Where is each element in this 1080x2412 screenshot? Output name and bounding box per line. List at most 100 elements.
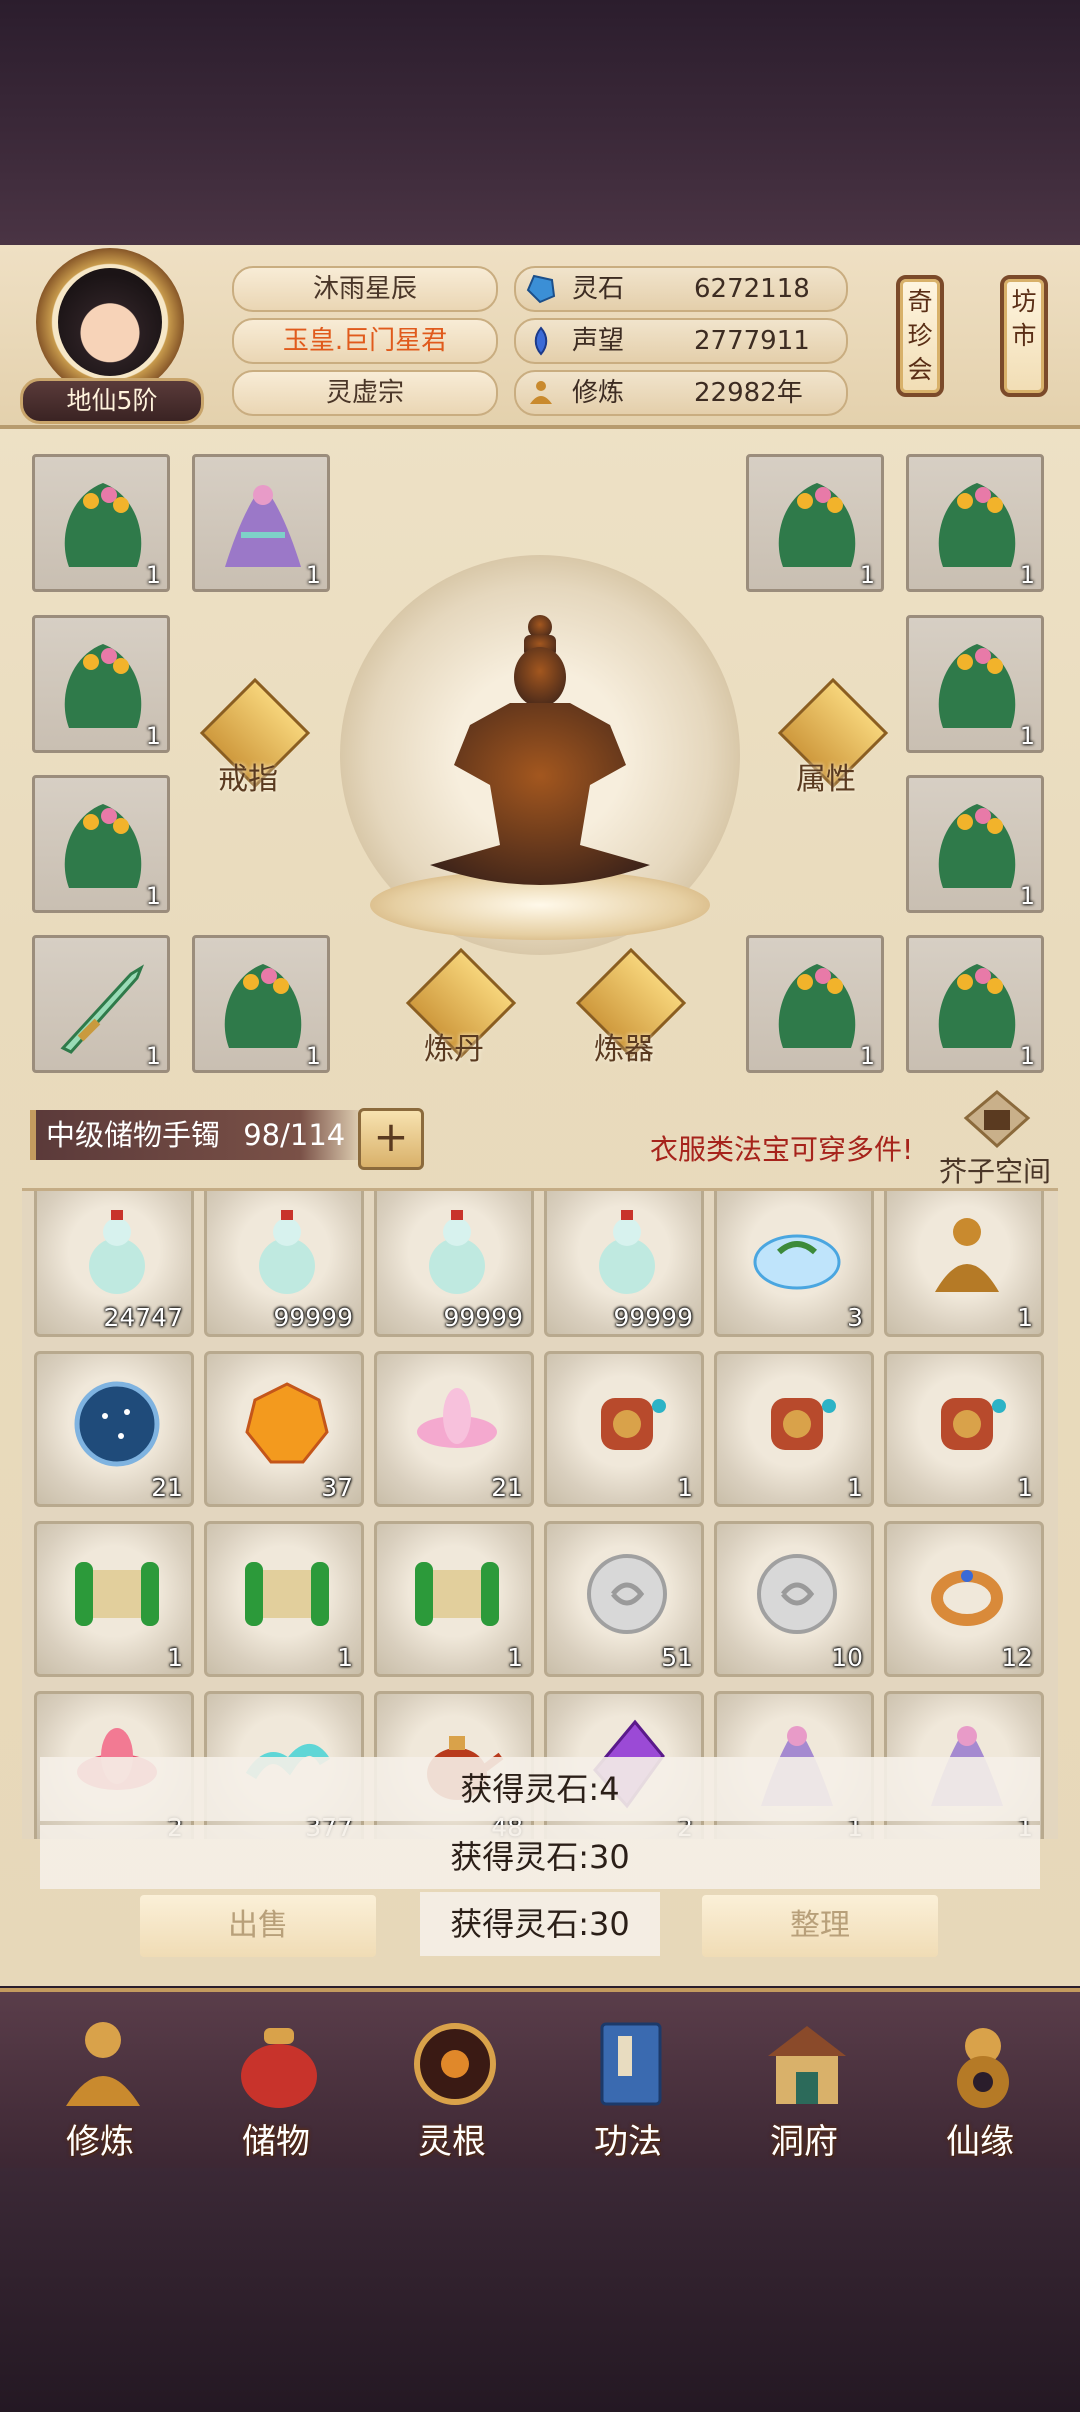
item-count: 1 [305, 1042, 321, 1070]
inventory-item[interactable]: 1 [884, 1351, 1044, 1507]
player-title: 玉皇.巨门星君 [232, 318, 498, 364]
nav-cave-dwelling[interactable]: 洞府 [724, 2010, 884, 2162]
equip-slot[interactable]: 1 [192, 454, 330, 592]
market-label: 坊市 [1011, 287, 1037, 350]
nav-storage[interactable]: 储物 [196, 2010, 356, 2162]
stat-label: 声望 [572, 326, 625, 356]
item-count: 1 [145, 722, 161, 750]
inventory-item[interactable]: 99999 [204, 1191, 364, 1337]
inventory-item[interactable]: 37 [204, 1351, 364, 1507]
storage-bag-header: 中级储物手镯 98/114 [30, 1110, 366, 1160]
sort-button[interactable]: 整理 [702, 1895, 938, 1957]
inventory-item[interactable]: 3 [714, 1191, 874, 1337]
item-count: 1 [847, 1473, 863, 1502]
item-count: 1 [1019, 882, 1035, 910]
avatar[interactable] [58, 268, 162, 376]
jade-scroll-icon [415, 1562, 499, 1626]
bag-capacity: 98/114 [243, 1118, 346, 1152]
leaf-robe-icon [938, 964, 1016, 1048]
treasure-fair-button[interactable]: 奇珍会 [896, 275, 944, 397]
item-count: 99999 [613, 1303, 693, 1332]
realm-rank-badge: 地仙5阶 [20, 378, 204, 424]
treasure-chest-icon [963, 1090, 1031, 1149]
leaf-robe-icon [778, 483, 856, 567]
inventory-item[interactable]: 1 [34, 1521, 194, 1677]
spirit-stone-icon [526, 274, 556, 304]
alchemy-button[interactable]: 炼丹 [404, 947, 517, 1067]
equip-slot[interactable]: 1 [906, 454, 1044, 592]
item-count: 1 [145, 561, 161, 589]
amber-gem-icon [245, 1382, 329, 1464]
inventory-item[interactable]: 21 [34, 1351, 194, 1507]
potion-gourd-icon [599, 1210, 655, 1294]
nav-cultivate[interactable]: 修炼 [20, 2010, 180, 2162]
inventory-item[interactable]: 24747 [34, 1191, 194, 1337]
forge-button[interactable]: 炼器 [574, 947, 687, 1067]
item-count: 10 [831, 1643, 863, 1672]
drum-artifact-icon [941, 1398, 1006, 1450]
item-count: 1 [859, 1042, 875, 1070]
equip-slot[interactable]: 1 [906, 935, 1044, 1073]
top-backdrop [0, 0, 1080, 245]
stat-value: 6272118 [694, 274, 810, 304]
bottom-backdrop [0, 2168, 1080, 2412]
inventory-item[interactable]: 1 [884, 1191, 1044, 1337]
item-count: 1 [1019, 561, 1035, 589]
silver-coin-icon [587, 1554, 667, 1634]
inventory-item[interactable]: 1 [544, 1351, 704, 1507]
item-count: 1 [1019, 1042, 1035, 1070]
item-count: 1 [337, 1643, 353, 1672]
inventory-item[interactable]: 99999 [544, 1191, 704, 1337]
equip-slot[interactable]: 1 [906, 615, 1044, 753]
potion-gourd-icon [89, 1210, 145, 1294]
inventory-item[interactable]: 51 [544, 1521, 704, 1677]
equip-slot[interactable]: 1 [32, 775, 170, 913]
lotus-icon [417, 1388, 497, 1448]
equip-slot[interactable]: 1 [746, 935, 884, 1073]
mustard-space-button[interactable]: 芥子空间 [939, 1090, 1051, 1190]
leaf-robe-icon [938, 804, 1016, 888]
cave-dwelling-icon [768, 2026, 846, 2104]
leaf-robe-icon [778, 964, 856, 1048]
sell-button[interactable]: 出售 [140, 1895, 376, 1957]
item-count: 1 [1019, 722, 1035, 750]
attributes-label: 属性 [796, 762, 856, 797]
equip-slot[interactable]: 1 [746, 454, 884, 592]
market-button[interactable]: 坊市 [1000, 275, 1048, 397]
reward-toast: 获得灵石:4 [40, 1757, 1040, 1821]
item-count: 99999 [273, 1303, 353, 1332]
item-count: 51 [661, 1643, 693, 1672]
inventory-item[interactable]: 1 [714, 1351, 874, 1507]
inventory-item[interactable]: 1 [374, 1521, 534, 1677]
item-count: 1 [167, 1643, 183, 1672]
leaf-robe-icon [938, 483, 1016, 567]
meditation-icon [530, 381, 552, 404]
equip-slot[interactable]: 1 [32, 935, 170, 1073]
equip-slot[interactable]: 1 [32, 454, 170, 592]
equip-slot[interactable]: 1 [32, 615, 170, 753]
stat-cultivation: 修炼 22982年 [514, 370, 848, 416]
potion-gourd-icon [259, 1210, 315, 1294]
item-count: 3 [847, 1303, 863, 1332]
nav-label: 修炼 [66, 2122, 134, 2162]
fairy-robe-icon [225, 485, 301, 567]
nav-immortal-fate[interactable]: 仙缘 [900, 2010, 1060, 2162]
attributes-button[interactable]: 属性 [776, 677, 889, 797]
inventory-item[interactable]: 21 [374, 1351, 534, 1507]
item-count: 24747 [103, 1303, 183, 1332]
inventory-item[interactable]: 10 [714, 1521, 874, 1677]
item-count: 12 [1001, 1643, 1033, 1672]
equip-slot[interactable]: 1 [906, 775, 1044, 913]
nav-technique[interactable]: 功法 [548, 2010, 708, 2162]
inventory-item[interactable]: 12 [884, 1521, 1044, 1677]
expand-bag-button[interactable]: + [358, 1108, 424, 1170]
item-count: 99999 [443, 1303, 523, 1332]
stat-value: 2777911 [694, 326, 810, 356]
equip-slot[interactable]: 1 [192, 935, 330, 1073]
inventory-item[interactable]: 99999 [374, 1191, 534, 1337]
meditating-figure-silhouette[interactable] [410, 615, 670, 895]
potion-gourd-icon [429, 1210, 485, 1294]
nav-spirit-root[interactable]: 灵根 [372, 2010, 532, 2162]
inventory-item[interactable]: 1 [204, 1521, 364, 1677]
ring-button[interactable]: 戒指 [198, 677, 311, 797]
